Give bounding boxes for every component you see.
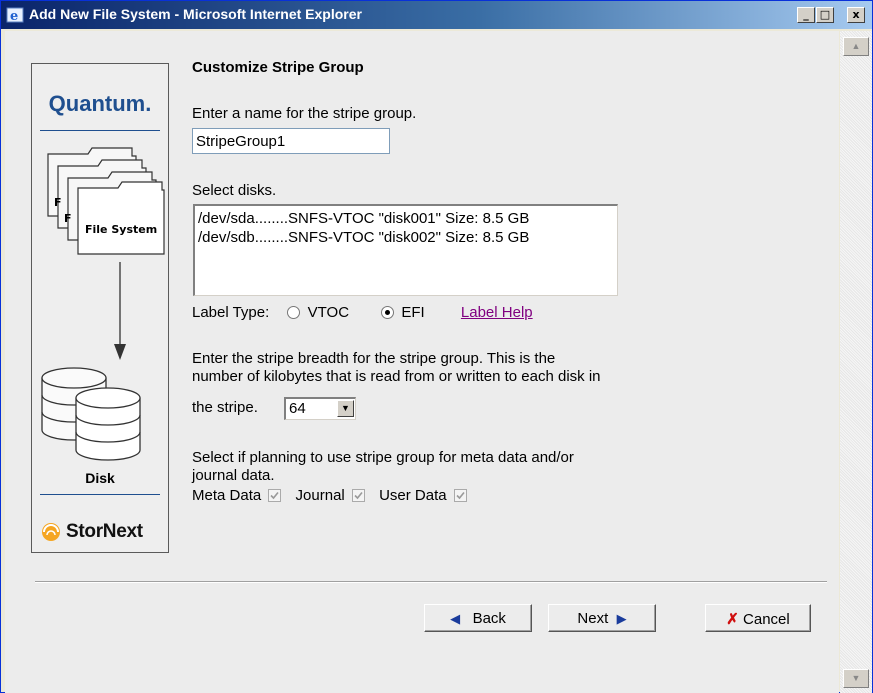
scroll-down-button[interactable]: ▼ xyxy=(843,669,869,688)
usage-description: Select if planning to use stripe group f… xyxy=(192,449,574,466)
label-type-label: Label Type: xyxy=(192,303,270,321)
logo-divider xyxy=(40,130,160,131)
stripe-breadth-description: Enter the stripe breadth for the stripe … xyxy=(192,350,556,367)
select-disks-label: Select disks. xyxy=(192,182,277,199)
title-bar[interactable]: e Add New File System - Microsoft Intern… xyxy=(1,1,872,29)
next-arrow-icon: ▶ xyxy=(616,611,627,626)
page-title: Customize Stripe Group xyxy=(192,59,364,76)
file-system-label: File System xyxy=(85,223,157,236)
window-title: Add New File System - Microsoft Internet… xyxy=(29,6,362,22)
disk-stack-icon xyxy=(41,367,141,461)
user-data-checkbox[interactable] xyxy=(453,488,467,502)
button-divider xyxy=(35,581,827,583)
cancel-x-icon: ✗ xyxy=(726,611,739,628)
svg-text:F: F xyxy=(64,212,72,225)
file-system-to-disk-diagram: F F File System xyxy=(41,147,165,461)
back-button-label: Back xyxy=(472,610,506,627)
stripe-group-name-label: Enter a name for the stripe group. xyxy=(192,105,417,122)
usage-description: journal data. xyxy=(192,467,275,484)
label-help-link[interactable]: Label Help xyxy=(461,304,533,321)
stripe-group-name-input[interactable] xyxy=(192,128,390,154)
internet-explorer-icon: e xyxy=(6,7,24,24)
stornext-swirl-icon xyxy=(42,523,60,541)
stornext-logo: StorNext xyxy=(40,518,162,544)
minimize-button[interactable]: _ xyxy=(797,7,815,23)
stornext-wordmark: StorNext xyxy=(66,521,143,542)
stripe-breadth-select[interactable]: 64 ▼ xyxy=(284,397,356,420)
scroll-up-arrow-icon: ▲ xyxy=(851,41,861,51)
label-type-row: Label Type: VTOC EFI Label Help xyxy=(192,303,533,325)
svg-text:F: F xyxy=(54,196,62,209)
user-data-checkbox-label[interactable]: User Data xyxy=(379,487,447,504)
disk-divider xyxy=(40,494,160,495)
scroll-up-button[interactable]: ▲ xyxy=(843,37,869,56)
efi-radio-label[interactable]: EFI xyxy=(401,304,424,321)
cancel-button[interactable]: ✗ Cancel xyxy=(705,604,811,632)
svg-text:e: e xyxy=(10,9,18,24)
maximize-button[interactable]: □ xyxy=(816,7,834,23)
disk-label: Disk xyxy=(85,470,115,486)
wizard-illustration-panel: Quantum. F F File System Disk StorNext xyxy=(31,63,169,553)
journal-checkbox[interactable] xyxy=(351,488,365,502)
down-arrow-icon xyxy=(114,262,126,360)
scroll-down-arrow-icon: ▼ xyxy=(851,673,861,683)
next-button[interactable]: Next ▶ xyxy=(548,604,656,632)
quantum-logo: Quantum. xyxy=(48,91,152,116)
next-button-label: Next xyxy=(577,610,609,627)
chevron-down-icon[interactable]: ▼ xyxy=(337,400,354,417)
meta-data-checkbox[interactable] xyxy=(268,488,282,502)
efi-radio[interactable] xyxy=(381,305,395,319)
folder-stack-icon xyxy=(47,147,165,255)
vertical-scrollbar[interactable]: ▲ ▼ xyxy=(840,31,872,693)
usage-checkbox-row: Meta Data Journal User Data xyxy=(192,486,477,508)
disk-listbox[interactable]: /dev/sda........SNFS-VTOC "disk001" Size… xyxy=(193,204,618,296)
disk-list-item[interactable]: /dev/sda........SNFS-VTOC "disk001" Size… xyxy=(198,209,614,228)
back-button[interactable]: ◀ Back xyxy=(424,604,532,632)
stripe-breadth-description: the stripe. xyxy=(192,399,258,416)
stripe-breadth-description: number of kilobytes that is read from or… xyxy=(192,368,601,385)
meta-data-checkbox-label[interactable]: Meta Data xyxy=(192,487,261,504)
disk-list-item[interactable]: /dev/sdb........SNFS-VTOC "disk002" Size… xyxy=(198,228,614,247)
vtoc-radio-label[interactable]: VTOC xyxy=(308,304,349,321)
cancel-button-label: Cancel xyxy=(743,611,790,628)
vtoc-radio[interactable] xyxy=(287,305,301,319)
close-button[interactable]: x xyxy=(847,7,865,23)
browser-window: e Add New File System - Microsoft Intern… xyxy=(0,0,873,693)
journal-checkbox-label[interactable]: Journal xyxy=(296,487,345,504)
stripe-breadth-value: 64 xyxy=(289,400,306,417)
back-arrow-icon: ◀ xyxy=(450,611,461,626)
